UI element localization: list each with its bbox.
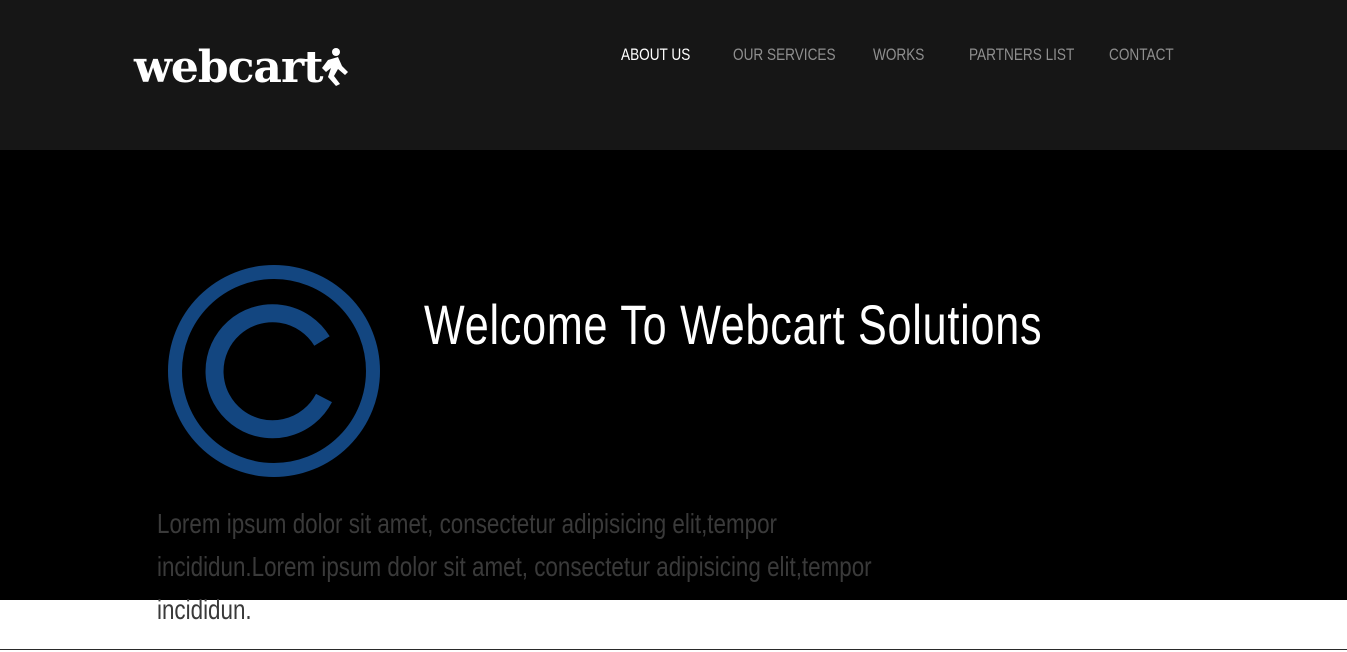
nav-our-services[interactable]: OUR SERVICES	[733, 45, 836, 65]
site-header: webcart ABOUT US OUR SERVICES WORKS PART…	[0, 0, 1347, 150]
hero-title: Welcome To Webcart Solutions	[424, 293, 1043, 356]
nav-contact[interactable]: CONTACT	[1109, 45, 1174, 65]
nav-partners-list[interactable]: PARTNERS LIST	[969, 45, 1074, 65]
hero-body-text: Lorem ipsum dolor sit amet, consectetur …	[157, 508, 872, 625]
nav-works[interactable]: WORKS	[873, 45, 924, 65]
nav-about-us[interactable]: ABOUT US	[621, 45, 690, 65]
main-nav: ABOUT US OUR SERVICES WORKS PARTNERS LIS…	[0, 45, 1347, 69]
copyright-icon	[168, 265, 380, 477]
divider	[0, 649, 1347, 650]
